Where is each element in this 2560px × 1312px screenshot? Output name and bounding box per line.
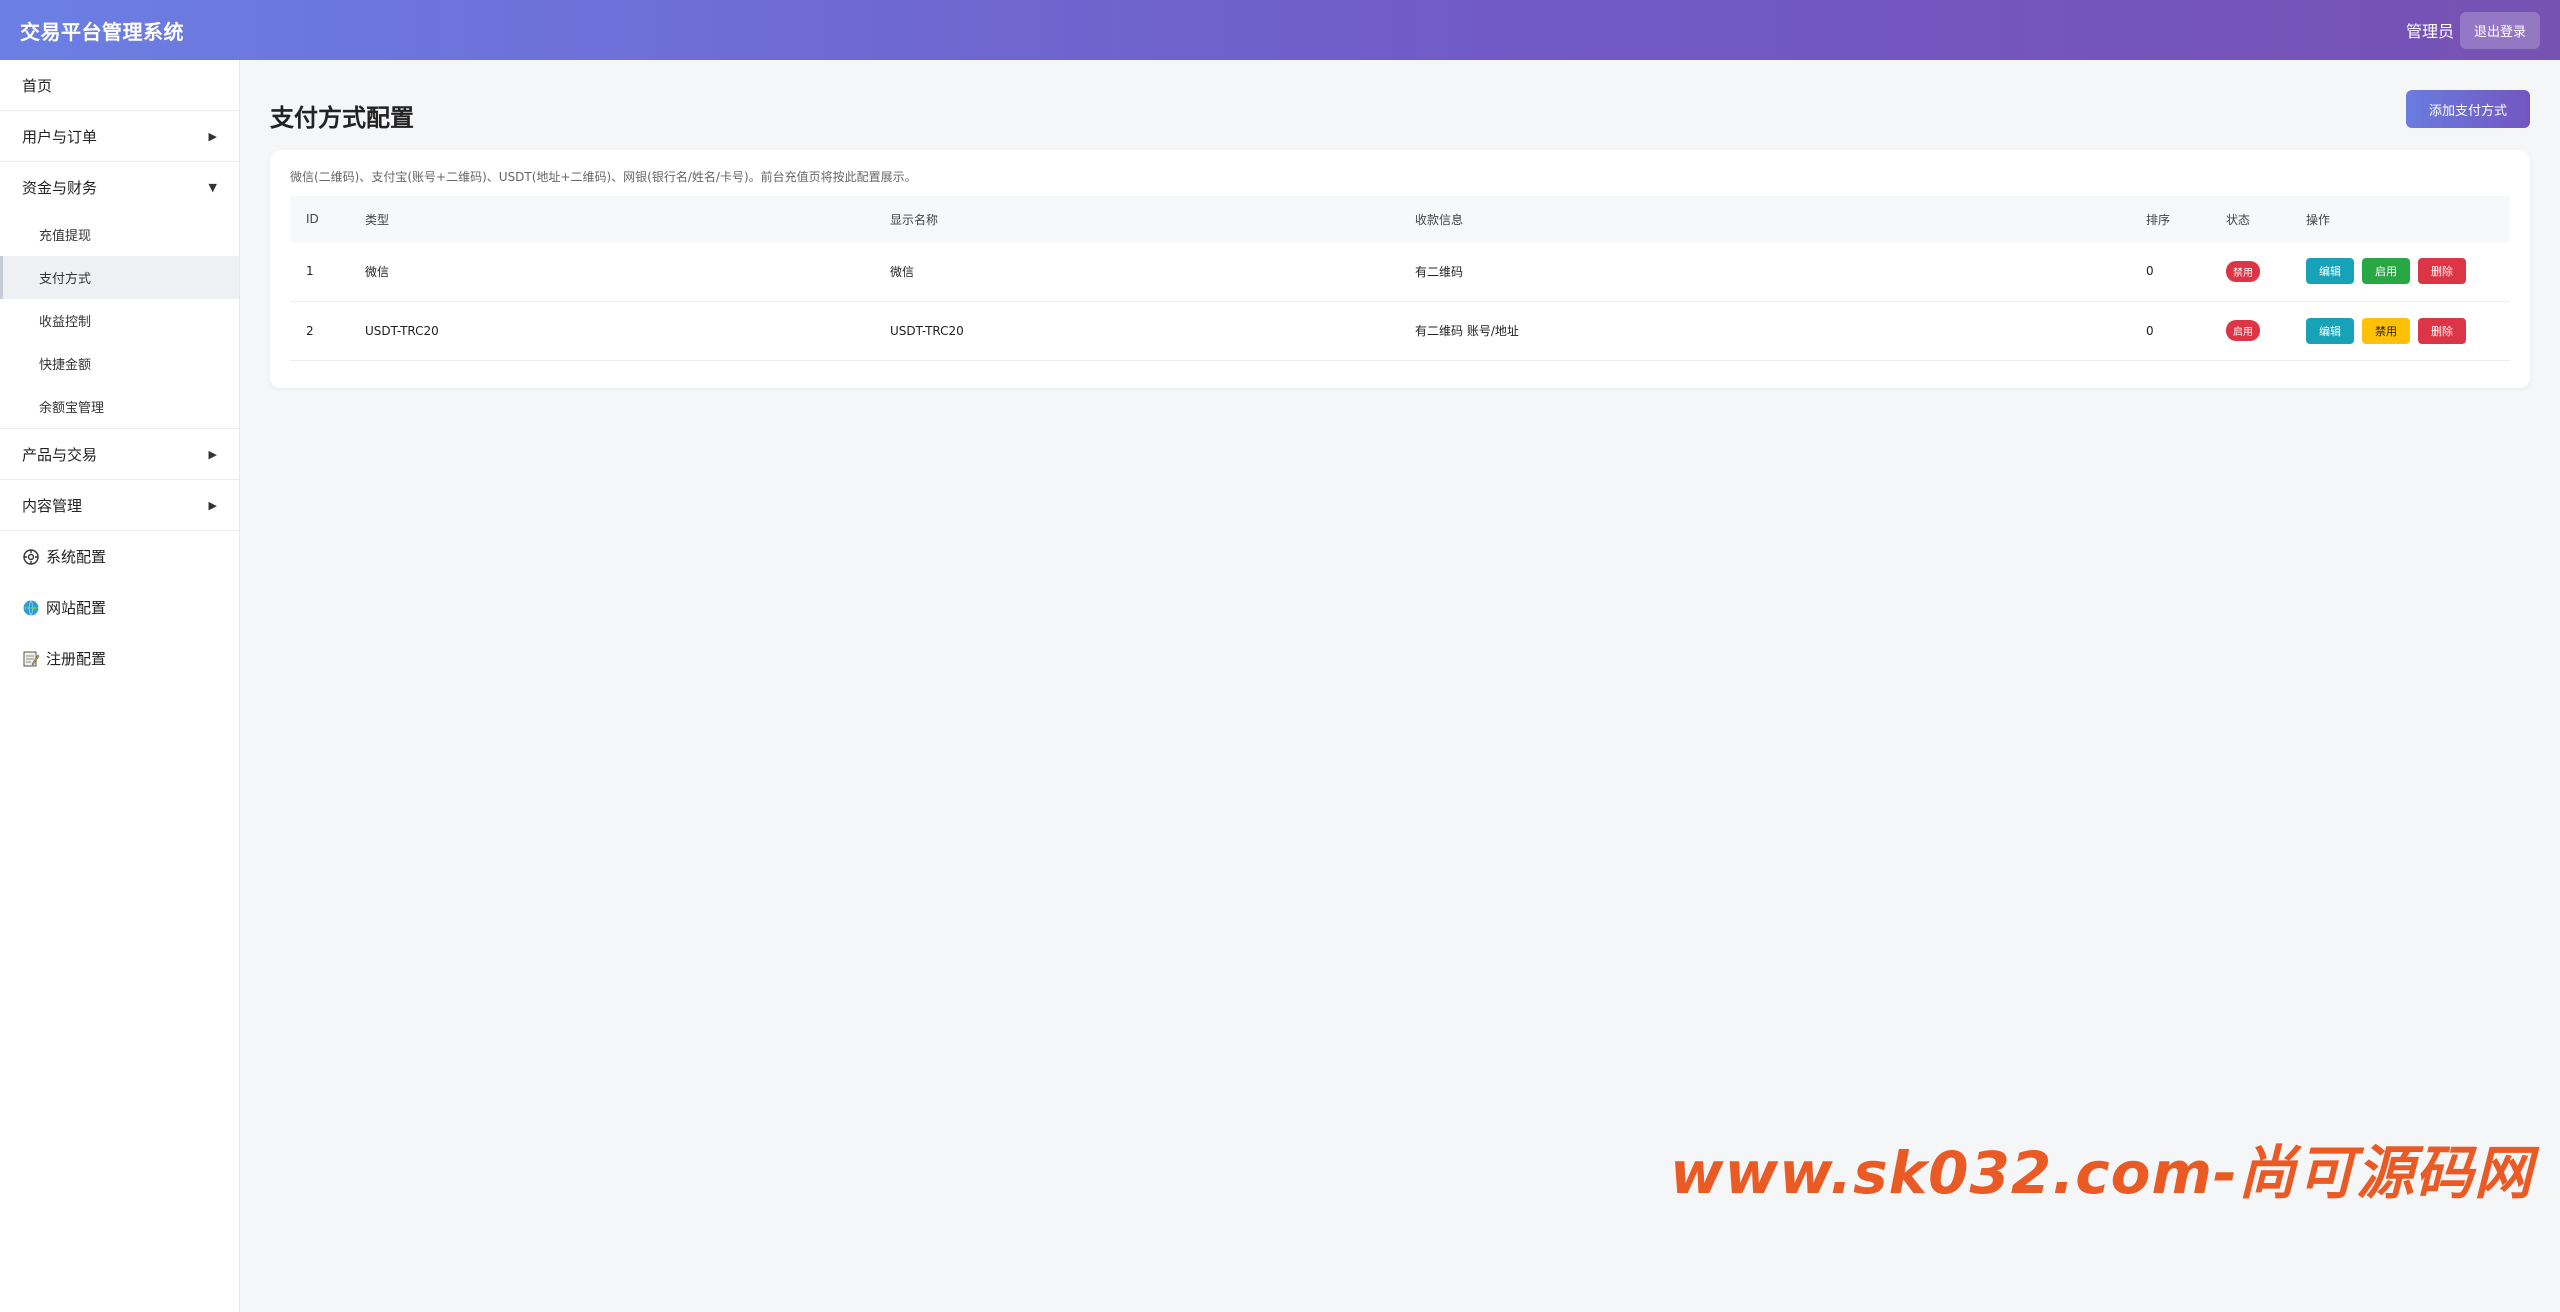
cell-type: USDT-TRC20 (349, 301, 874, 361)
logout-button[interactable]: 退出登录 (2459, 11, 2540, 49)
notice-text: 微信(二维码)、支付宝(账号+二维码)、USDT(地址+二维码)、网银(银行名/… (290, 170, 917, 184)
row-actions: 编辑 禁用 删除 (2306, 317, 2510, 344)
sidebar-item-label: 系统配置 (46, 548, 107, 566)
table-row: 1 微信 微信 有二维码 0 禁用 编辑 启用 删除 (290, 242, 2510, 302)
finance-submenu: 充值提现 支付方式 收益控制 快捷金额 余额宝管理 (0, 213, 239, 429)
column-header-status: 状态 (2226, 212, 2251, 227)
sidebar-item-recharge-withdraw[interactable]: 充值提现 (0, 213, 239, 256)
header-user-area: 管理员 退出登录 (2405, 11, 2540, 49)
column-header-actions: 操作 (2306, 212, 2331, 227)
column-header-display-name: 显示名称 (890, 212, 939, 227)
watermark-text: www.sk032.com-尚可源码网 (1670, 1139, 2534, 1207)
sidebar-item-payment-methods[interactable]: 支付方式 (0, 256, 239, 299)
cell-sort: 0 (2130, 301, 2210, 361)
payment-methods-card: 微信(二维码)、支付宝(账号+二维码)、USDT(地址+二维码)、网银(银行名/… (270, 150, 2530, 388)
user-name: 管理员 (2405, 22, 2454, 41)
page-title: 支付方式配置 (270, 104, 414, 132)
column-header-info: 收款信息 (1415, 212, 1464, 227)
sidebar-item-yuebao[interactable]: 余额宝管理 (0, 385, 239, 428)
cell-actions: 编辑 禁用 删除 (2290, 301, 2510, 361)
memo-icon (23, 651, 40, 666)
row-actions: 编辑 启用 删除 (2306, 258, 2510, 285)
cell-id: 1 (290, 242, 349, 302)
cell-info: 有二维码 账号/地址 (1399, 301, 2130, 361)
cell-sort: 0 (2130, 242, 2210, 302)
sidebar-group-products[interactable]: 产品与交易 ▶ (0, 429, 239, 480)
sidebar-group-finance[interactable]: 资金与财务 ▼ (0, 162, 239, 213)
enable-button[interactable]: 启用 (2362, 258, 2410, 285)
sidebar-item-quick-amount[interactable]: 快捷金额 (0, 342, 239, 385)
caret-right-icon: ▶ (208, 498, 217, 512)
cell-id: 2 (290, 301, 349, 361)
table-header-row: ID 类型 显示名称 收款信息 排序 状态 操作 (290, 196, 2510, 242)
sidebar-item-label: 内容管理 (22, 496, 83, 515)
sidebar-item-system-config[interactable]: 系统配置 (0, 531, 239, 582)
cell-display-name: 微信 (874, 242, 1399, 302)
edit-button[interactable]: 编辑 (2306, 317, 2354, 344)
sidebar-item-home[interactable]: 首页 (0, 60, 239, 111)
table-row: 2 USDT-TRC20 USDT-TRC20 有二维码 账号/地址 0 启用 … (290, 301, 2510, 361)
cell-display-name: USDT-TRC20 (874, 301, 1399, 361)
disable-button[interactable]: 禁用 (2362, 317, 2410, 344)
sidebar-item-label: 首页 (22, 76, 53, 95)
column-header-type: 类型 (365, 212, 390, 227)
caret-right-icon: ▶ (208, 447, 217, 461)
cell-status: 禁用 (2210, 242, 2290, 302)
caret-right-icon: ▶ (208, 129, 217, 143)
payment-methods-table: ID 类型 显示名称 收款信息 排序 状态 操作 1 微信 微信 有二维码 0 (290, 196, 2510, 361)
sidebar-item-register-config[interactable]: 注册配置 (0, 633, 239, 684)
sidebar: 首页 用户与订单 ▶ 资金与财务 ▼ 充值提现 支付方式 收益控制 快捷金额 余… (0, 60, 240, 1312)
sidebar-group-content[interactable]: 内容管理 ▶ (0, 480, 239, 531)
globe-icon (23, 599, 39, 616)
cell-type: 微信 (349, 242, 874, 302)
cell-info: 有二维码 (1399, 242, 2130, 302)
sidebar-item-label: 网站配置 (46, 599, 107, 617)
sidebar-item-label: 资金与财务 (22, 179, 98, 197)
sidebar-group-users-orders[interactable]: 用户与订单 ▶ (0, 111, 239, 162)
sidebar-item-profit-control[interactable]: 收益控制 (0, 299, 239, 342)
status-badge: 启用 (2226, 320, 2260, 341)
add-payment-method-button[interactable]: 添加支付方式 (2406, 90, 2530, 128)
cell-actions: 编辑 启用 删除 (2290, 242, 2510, 302)
delete-button[interactable]: 删除 (2418, 258, 2466, 285)
sidebar-item-label: 用户与订单 (22, 127, 98, 146)
column-header-sort: 排序 (2146, 212, 2171, 227)
top-header: 交易平台管理系统 管理员 退出登录 (0, 0, 2560, 60)
status-badge: 禁用 (2226, 260, 2260, 282)
edit-button[interactable]: 编辑 (2306, 258, 2354, 285)
sidebar-item-label: 产品与交易 (22, 445, 98, 464)
main-content: 支付方式配置 添加支付方式 微信(二维码)、支付宝(账号+二维码)、USDT(地… (240, 60, 2560, 1312)
sidebar-item-label: 注册配置 (46, 650, 107, 668)
cell-status: 启用 (2210, 301, 2290, 361)
column-header-id: ID (306, 212, 319, 226)
gear-icon (23, 548, 39, 565)
sidebar-item-site-config[interactable]: 网站配置 (0, 582, 239, 633)
caret-down-icon: ▼ (208, 181, 217, 194)
app-title: 交易平台管理系统 (20, 19, 184, 44)
delete-button[interactable]: 删除 (2418, 317, 2466, 344)
